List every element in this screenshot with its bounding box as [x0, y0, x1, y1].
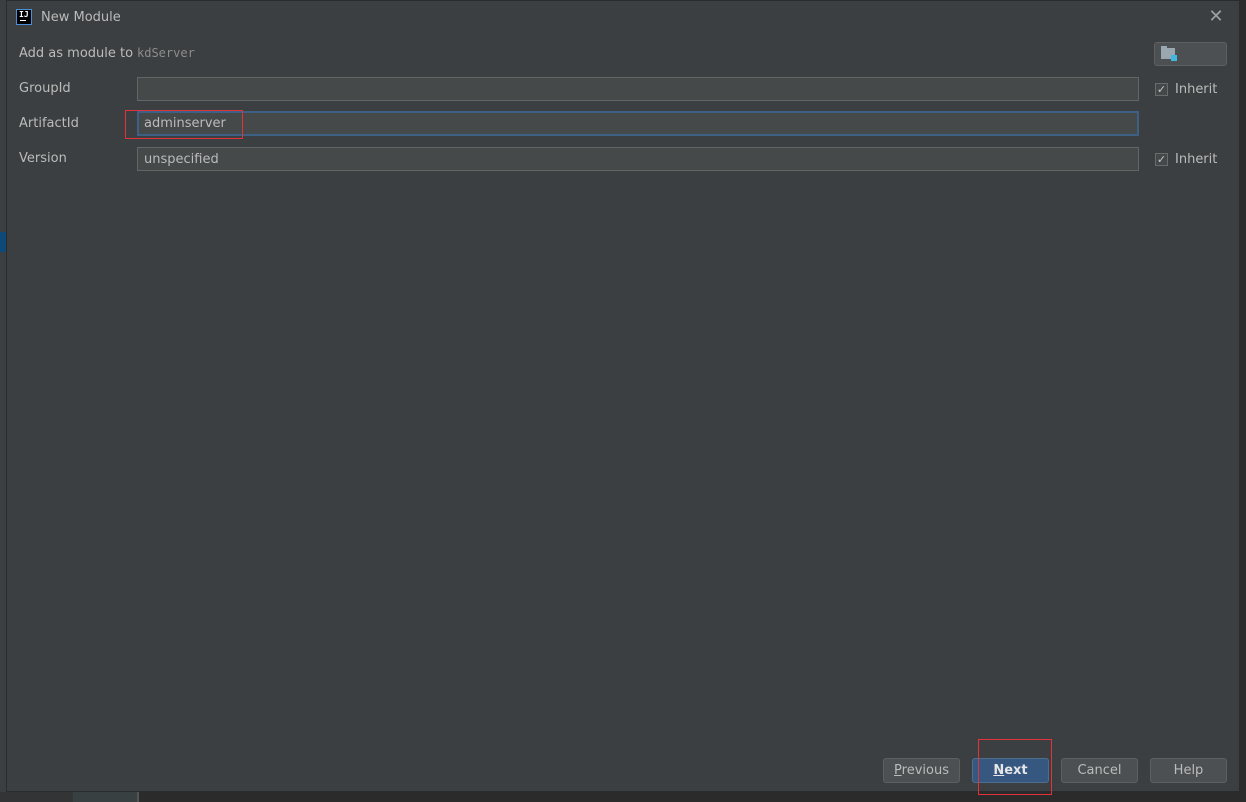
- add-as-module-label: Add as module to: [19, 46, 134, 61]
- help-button[interactable]: Help: [1150, 758, 1227, 783]
- button-label: revious: [901, 763, 949, 778]
- browse-parent-button[interactable]: [1154, 42, 1227, 66]
- group-id-label: GroupId: [19, 81, 71, 96]
- inherit-label: Inherit: [1175, 81, 1218, 97]
- dialog-titlebar: IJ New Module ✕: [7, 1, 1239, 35]
- next-button[interactable]: Next: [972, 758, 1049, 783]
- mnemonic: P: [894, 763, 902, 778]
- ide-background-segment: [73, 792, 137, 802]
- artifact-id-input[interactable]: [137, 111, 1139, 136]
- intellij-idea-icon: IJ: [16, 9, 32, 25]
- version-label: Version: [19, 151, 67, 166]
- inherit-label: Inherit: [1175, 151, 1218, 167]
- cancel-button[interactable]: Cancel: [1061, 758, 1138, 783]
- checkbox-checked-icon[interactable]: ✓: [1155, 152, 1168, 166]
- version-input[interactable]: [137, 147, 1139, 171]
- ide-background-divider: [137, 792, 139, 802]
- parent-module-value: kdServer: [137, 46, 195, 60]
- button-label: ext: [1004, 763, 1028, 778]
- ide-background-statusbar: [0, 792, 1246, 802]
- group-id-inherit-checkbox[interactable]: ✓ Inherit: [1155, 81, 1217, 97]
- close-icon[interactable]: ✕: [1207, 8, 1225, 26]
- version-inherit-checkbox[interactable]: ✓ Inherit: [1155, 151, 1217, 167]
- previous-button[interactable]: Previous: [883, 758, 960, 783]
- artifact-id-label: ArtifactId: [19, 116, 79, 131]
- group-id-input[interactable]: [137, 77, 1139, 101]
- checkbox-checked-icon[interactable]: ✓: [1155, 82, 1168, 96]
- dialog-title: New Module: [41, 10, 121, 25]
- mnemonic: N: [993, 763, 1005, 778]
- ide-background-segment: [0, 792, 73, 802]
- folder-icon: [1161, 46, 1177, 61]
- new-module-dialog: IJ New Module ✕ Add as module to kdServe…: [6, 0, 1240, 795]
